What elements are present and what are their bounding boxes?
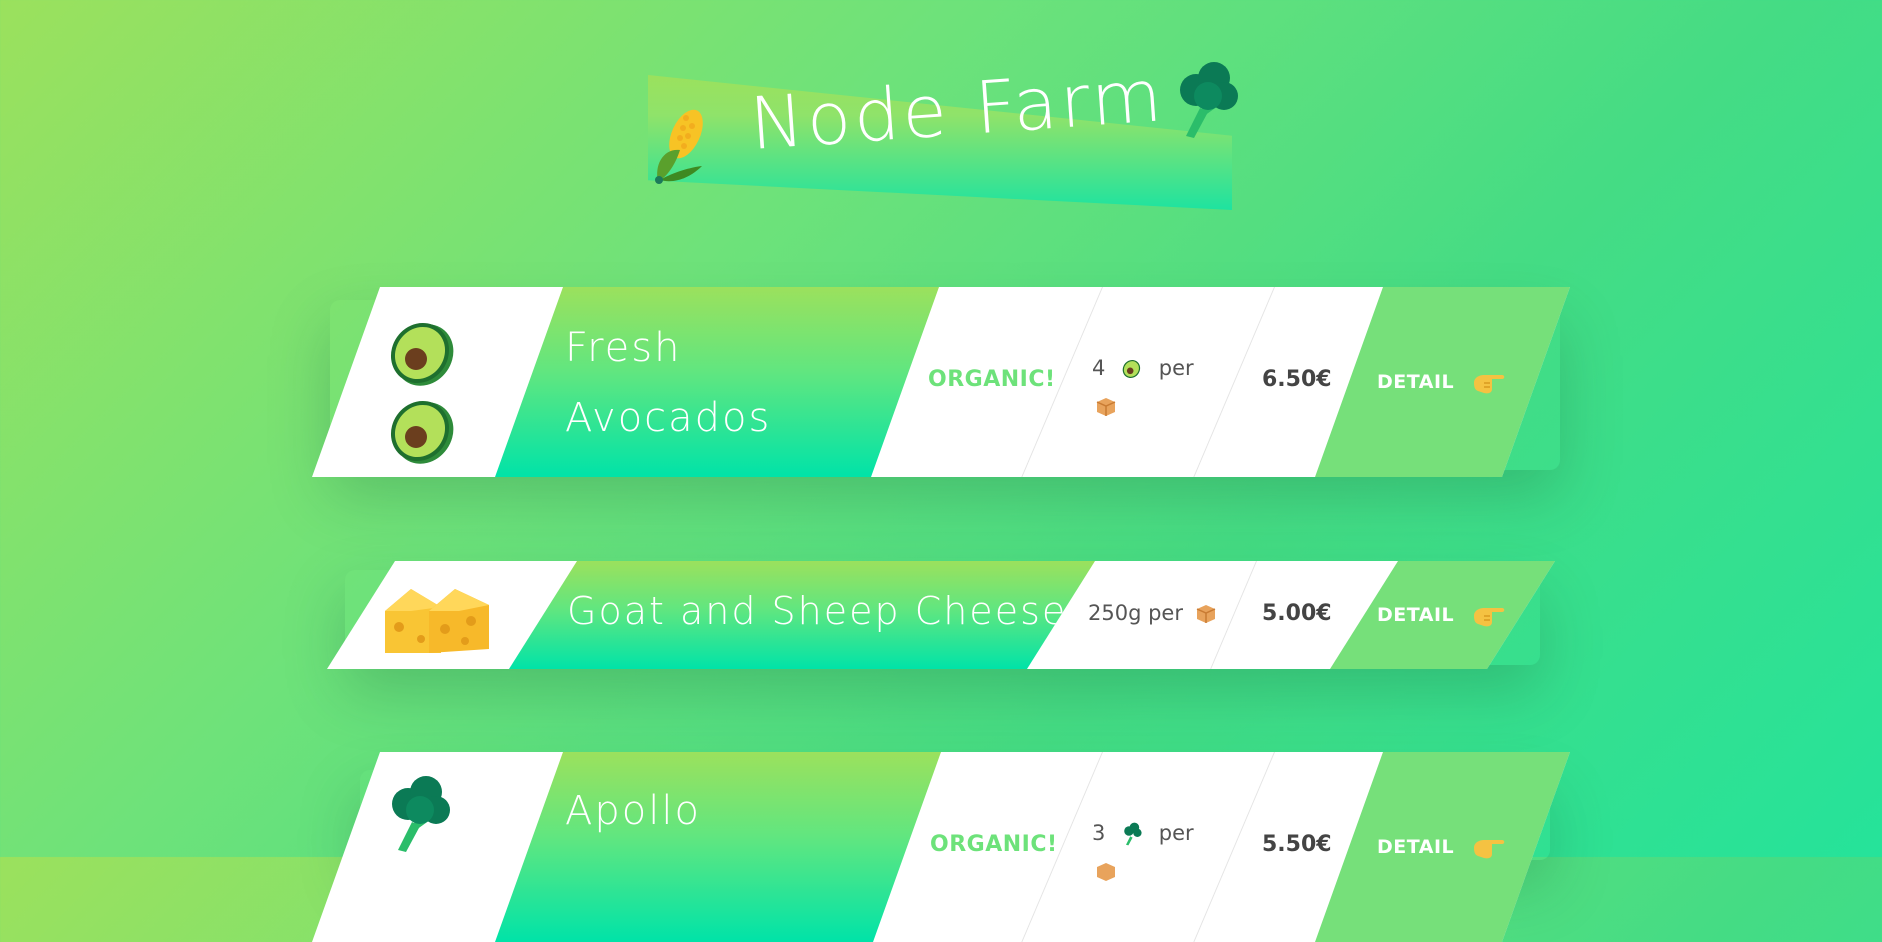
product-name-panel: Goat and Sheep Cheese [509,561,1095,669]
quantity-text: 250g per [1088,601,1183,625]
detail-button[interactable]: DETAIL [1315,752,1570,942]
quantity-number: 3 [1092,821,1106,845]
product-quantity: 4 per [1092,349,1222,425]
quantity-per: per [1158,821,1194,845]
pointing-hand-icon [1472,602,1506,628]
organic-badge: ORGANIC! [928,367,1056,392]
avocado-icon [1120,357,1144,381]
product-price: 5.50€ [1262,832,1332,857]
broccoli-icon [382,774,454,854]
package-icon [1094,860,1118,884]
page-header: Node Farm [648,53,1238,210]
pointing-hand-icon [1472,834,1506,860]
product-name-line2: Avocados [565,395,772,441]
package-icon [1194,602,1218,626]
product-name-line1: Fresh [565,325,682,371]
avocado-icon [382,391,462,471]
product-card-cheese: Goat and Sheep Cheese 250g per 5.00€ DET… [327,561,1555,669]
product-quantity: 3 per [1092,814,1222,890]
cheese-icon [381,583,493,659]
product-emoji [387,561,507,669]
avocado-icon [382,313,462,393]
product-name-line1: Apollo [565,788,701,834]
broccoli-icon [1180,62,1238,138]
detail-label: DETAIL [1377,371,1455,393]
product-emoji [372,752,492,942]
product-card-avocados: Fresh Avocados ORGANIC! 4 per 6.50€ DETA… [312,287,1570,477]
pointing-hand-icon [1472,369,1506,395]
detail-label: DETAIL [1377,836,1455,858]
package-icon [1094,395,1118,419]
corn-icon [655,109,703,184]
product-quantity: 250g per [1088,601,1218,626]
organic-badge: ORGANIC! [930,832,1058,857]
product-name-panel: Fresh Avocados [495,287,939,477]
quantity-number: 4 [1092,356,1106,380]
detail-label: DETAIL [1377,604,1455,626]
product-name: Goat and Sheep Cheese [567,589,1068,633]
product-card-broccoli: Apollo ORGANIC! 3 per 5.50€ DETAIL [312,752,1570,942]
product-price: 5.00€ [1262,601,1332,626]
quantity-per: per [1158,356,1194,380]
product-name-panel: Apollo [495,752,941,942]
broccoli-icon [1120,822,1144,846]
product-price: 6.50€ [1262,367,1332,392]
product-emoji [372,287,492,477]
